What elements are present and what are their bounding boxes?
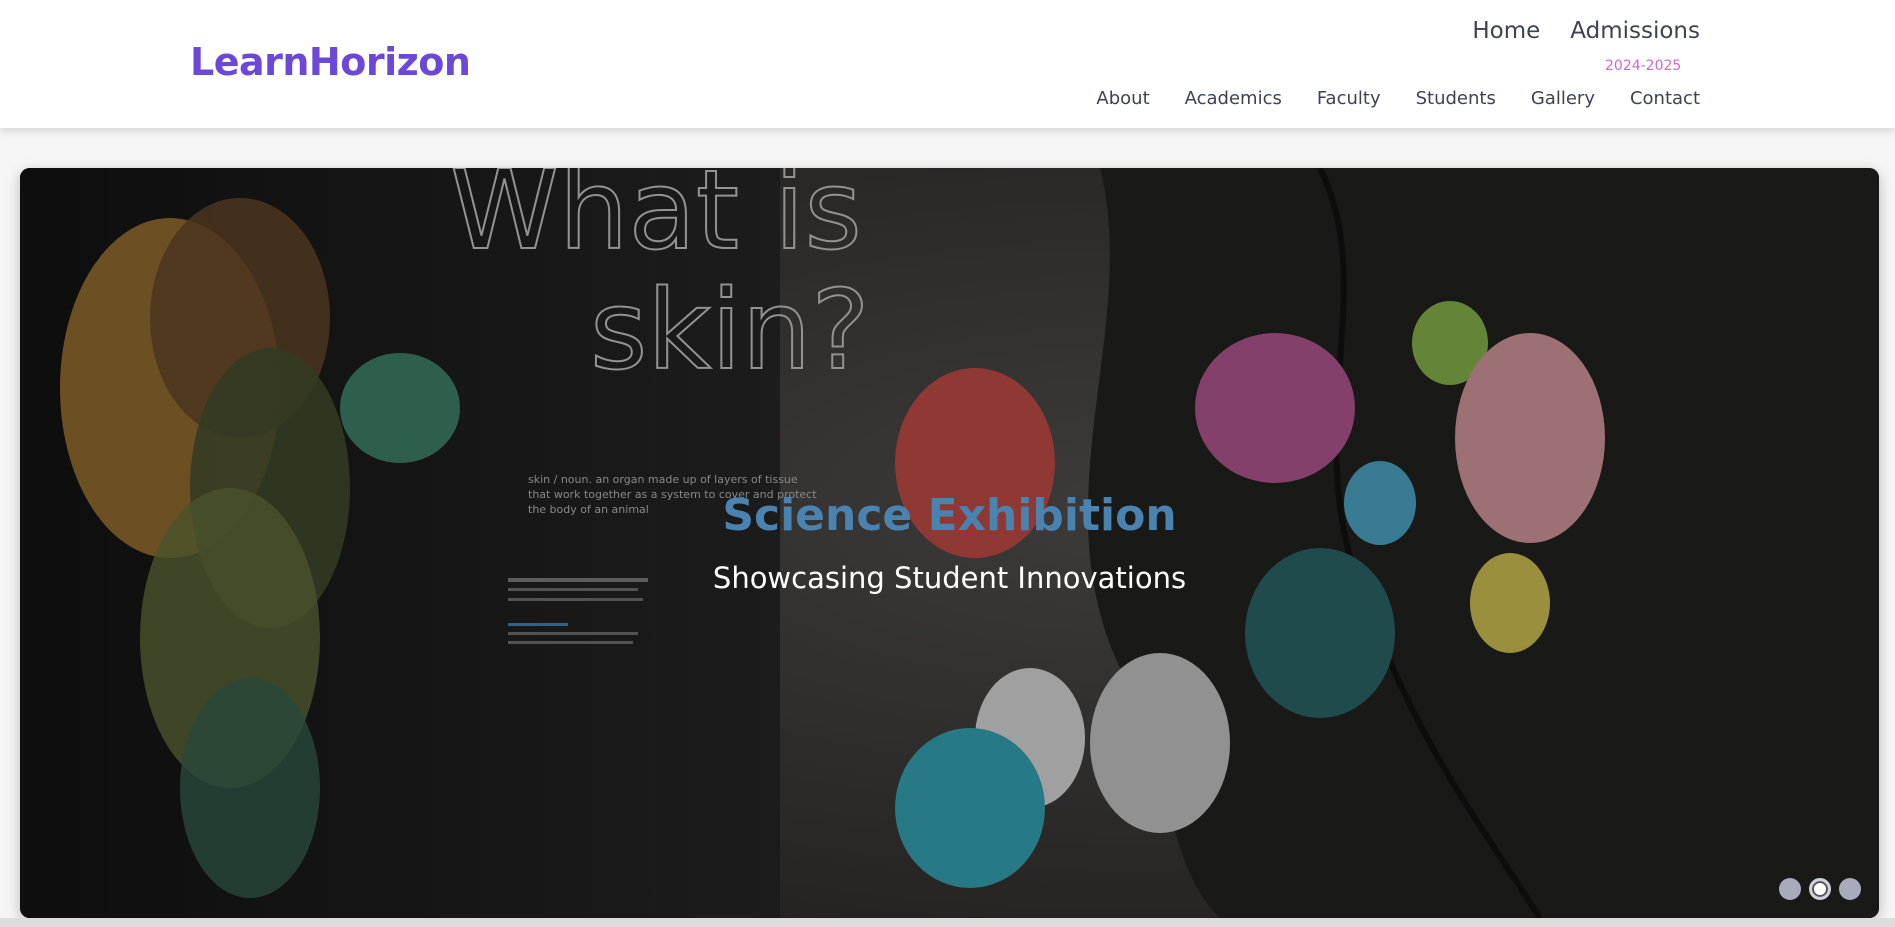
nav-home-link[interactable]: Home xyxy=(1472,18,1540,44)
carousel-dot-2[interactable] xyxy=(1809,878,1831,900)
carousel-indicators xyxy=(1779,878,1861,900)
nav-faculty-link[interactable]: Faculty xyxy=(1317,88,1381,109)
secondary-nav: About Academics Faculty Students Gallery… xyxy=(1096,88,1700,109)
nav-students-link[interactable]: Students xyxy=(1416,88,1496,109)
carousel-dot-3[interactable] xyxy=(1839,878,1861,900)
nav-about-link[interactable]: About xyxy=(1096,88,1149,109)
site-header: LearnHorizon Home Admissions 2024-2025 A… xyxy=(0,0,1895,128)
nav-gallery-link[interactable]: Gallery xyxy=(1531,88,1595,109)
carousel-dot-1[interactable] xyxy=(1779,878,1801,900)
hero-carousel: What is skin? skin / noun. an organ made… xyxy=(20,168,1879,918)
site-logo[interactable]: LearnHorizon xyxy=(190,40,471,84)
primary-nav: Home Admissions xyxy=(1472,18,1700,44)
page-bottom-edge xyxy=(0,918,1895,927)
nav-contact-link[interactable]: Contact xyxy=(1630,88,1700,109)
admissions-year-label[interactable]: 2024-2025 xyxy=(1605,58,1681,74)
nav-academics-link[interactable]: Academics xyxy=(1185,88,1282,109)
hero-subtitle: Showcasing Student Innovations xyxy=(712,561,1187,595)
hero-dark-overlay xyxy=(20,168,1879,918)
nav-admissions-link[interactable]: Admissions xyxy=(1570,18,1700,44)
hero-title: Science Exhibition xyxy=(722,490,1177,541)
